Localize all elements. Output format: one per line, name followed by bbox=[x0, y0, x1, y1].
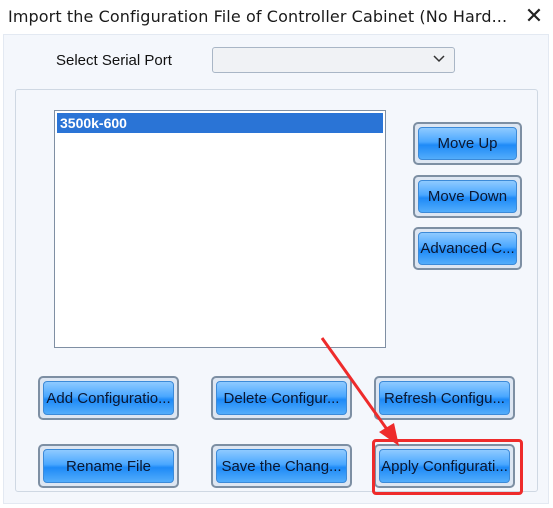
annotation-arrow-icon bbox=[320, 337, 399, 446]
